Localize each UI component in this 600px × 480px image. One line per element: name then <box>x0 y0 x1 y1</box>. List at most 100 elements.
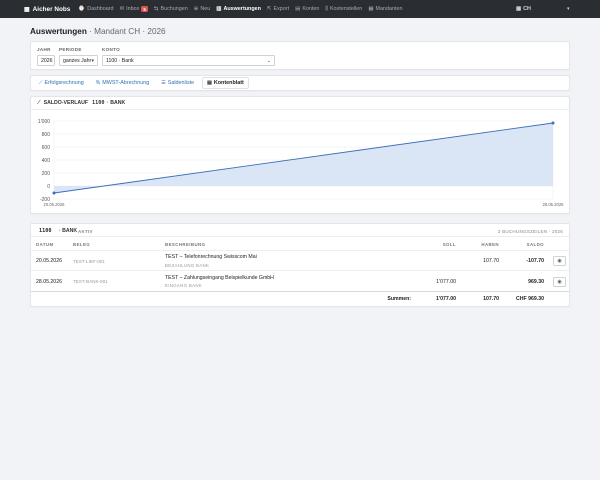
col-header-date[interactable]: DATUM <box>36 242 54 247</box>
y-tick-label: 1'000 <box>38 119 50 125</box>
balance-chart-card: ⟋ SALDO-VERLAUF 1100 · BANK 1'000 800 600 4… <box>30 96 570 214</box>
line-chart-icon: ⟋ <box>39 80 43 86</box>
chevron-down-icon: ▾ <box>91 57 94 64</box>
eye-icon: ◉ <box>557 258 562 264</box>
nav-item-kostenstellen[interactable]: ⫼ Kostenstellen <box>325 6 362 13</box>
clients-icon: ▦ <box>368 6 374 12</box>
totals-debit: 1'077.00 <box>436 296 456 302</box>
bookings-icon: ⇆ <box>153 6 159 12</box>
period-value: ganzes Jahr <box>63 57 92 64</box>
tab-mwst-abrechnung[interactable]: % MWST-Abrechnung <box>92 77 154 89</box>
x-tick-label: 28.05.2026 <box>543 202 565 207</box>
nav-item-export[interactable]: ⇱ Export <box>267 6 289 12</box>
percent-icon: % <box>95 80 101 86</box>
tab-label: MWST-Abrechnung <box>102 80 150 86</box>
nav-item-mandanten[interactable]: ▦ Mandanten <box>368 6 402 12</box>
period-label: PERIODE <box>59 47 82 52</box>
view-entry-button[interactable]: ◉ <box>553 256 566 266</box>
tab-saldenliste[interactable]: ☰ Saldenliste <box>157 77 198 89</box>
nav-item-auswertungen[interactable]: ▥ Auswertungen <box>216 6 261 12</box>
ledger-icon: ▤ <box>207 80 212 86</box>
year-label: JAHR <box>37 47 51 52</box>
chart-header: ⟋ SALDO-VERLAUF 1100 · BANK <box>31 97 569 110</box>
totals-credit: 107.70 <box>483 296 499 302</box>
dashboard-icon: ⌚ <box>78 6 86 12</box>
nav-item-label: Export <box>273 6 290 12</box>
ledger-row-count: 2 BUCHUNGSZEILEN · 2026 <box>497 228 563 234</box>
chart-account-name: BANK <box>110 100 126 106</box>
client-switcher[interactable]: ▦ CH <box>516 0 531 18</box>
client-switcher-label: CH <box>523 6 531 12</box>
data-point <box>551 121 555 125</box>
tab-label: Kontenblatt <box>213 80 244 86</box>
tab-label: Saldenliste <box>167 80 195 86</box>
data-point <box>52 191 56 195</box>
ledger-card: 1100 · BANK AKTIV 2 BUCHUNGSZEILEN · 202… <box>30 223 570 307</box>
row-description: TEST – Telefonrechnung Swisscom Mai <box>165 254 257 260</box>
col-header-debit[interactable]: SOLL <box>443 242 456 247</box>
ledger-account-no: 1100 <box>39 228 52 234</box>
brand-name: Aicher Nobs <box>32 5 71 13</box>
nav-item-neu[interactable]: ⊕ Neu <box>194 6 211 12</box>
status-badge: AKTIV <box>78 228 93 234</box>
tab-erfolgsrechnung[interactable]: ⟋ Erfolgsrechnung <box>35 77 88 89</box>
x-tick-label: 20.05.2026 <box>44 202 66 207</box>
row-description: TEST – Zahlungseingang Beispielkunde Gmb… <box>165 274 274 281</box>
chevron-down-icon[interactable]: ▾ <box>567 0 570 18</box>
tab-kontenblatt[interactable]: ▤ Kontenblatt <box>202 77 249 89</box>
top-navbar: ▦ Aicher Nobs ⌚ Dashboard ✉ Inbox 5 ⇆ Buchunge… <box>0 0 600 18</box>
nav-item-konten[interactable]: ▤ Konten <box>295 6 319 12</box>
account-label: KONTO <box>102 47 121 52</box>
account-select[interactable]: 1100 · Bank ⌄ <box>102 55 275 66</box>
cost-center-icon: ⫼ <box>325 5 328 12</box>
y-tick-label: 800 <box>42 132 51 138</box>
nav-item-buchungen[interactable]: ⇆ Buchungen <box>154 6 188 12</box>
list-icon: ☰ <box>161 80 166 86</box>
filter-card: JAHR 2026 PERIODE ganzes Jahr ▾ KONTO 11… <box>30 41 570 70</box>
y-tick-label: 0 <box>47 184 50 190</box>
nav-item-label: Mandanten <box>375 6 403 12</box>
brand-link[interactable]: ▦ Aicher Nobs <box>24 6 70 13</box>
period-select[interactable]: ganzes Jahr ▾ <box>59 55 98 66</box>
page-title: Auswertungen · Mandant CH · 2026 <box>30 27 166 36</box>
y-tick-label: 200 <box>42 171 51 177</box>
row-credit: 107.70 <box>483 258 499 264</box>
inbox-icon: ✉ <box>119 6 125 12</box>
totals-label: Summen: <box>387 296 411 302</box>
row-voucher[interactable]: TEST-BANK-001 <box>73 279 108 284</box>
row-date: 28.05.2026 <box>36 278 62 285</box>
y-tick-label: 600 <box>42 145 51 151</box>
y-tick-label: 400 <box>42 158 51 164</box>
line-chart-icon: ⟋ <box>37 99 41 106</box>
page-title-main: Auswertungen <box>30 27 87 36</box>
col-header-credit[interactable]: HABEN <box>481 242 499 247</box>
col-header-description[interactable]: BESCHREIBUNG <box>165 242 205 247</box>
nav-item-inbox[interactable]: ✉ Inbox 5 <box>120 6 148 12</box>
report-tabs: ⟋ Erfolgsrechnung% MWST-Abrechnung ☰ Saldenl… <box>30 75 570 91</box>
col-header-balance[interactable]: SALDO <box>527 242 544 247</box>
row-balance: 969.30 <box>528 278 544 285</box>
col-header-voucher[interactable]: BELEG <box>73 242 90 247</box>
inbox-count-badge: 5 <box>141 6 148 12</box>
ledger-header: 1100 · BANK AKTIV 2 BUCHUNGSZEILEN · 202… <box>31 224 569 237</box>
export-icon: ⇱ <box>266 6 272 12</box>
ledger-account-name: · BANK <box>59 228 78 234</box>
nav-item-label: Buchungen <box>160 6 188 12</box>
view-entry-button[interactable]: ◉ <box>553 276 566 287</box>
nav-item-dashboard[interactable]: ⌚ Dashboard <box>78 6 113 12</box>
accounts-icon: ▤ <box>295 6 301 12</box>
chart-account-no: 1100 <box>92 100 105 106</box>
year-select[interactable]: 2026 <box>37 55 55 66</box>
row-date: 20.05.2026 <box>36 258 62 264</box>
row-voucher[interactable]: TEST-LIEF-001 <box>73 259 105 264</box>
chart-icon: ▥ <box>216 6 222 12</box>
row-debit: 1'077.00 <box>436 278 456 285</box>
eye-icon: ◉ <box>557 278 562 285</box>
chart-heading: SALDO-VERLAUF <box>43 100 89 106</box>
chevron-down-icon: ⌄ <box>266 57 271 64</box>
totals-balance: CHF 969.30 <box>516 296 544 302</box>
divider <box>31 250 569 251</box>
row-subtext: EINGANG BANK <box>165 283 203 288</box>
nav-item-label: Inbox <box>126 6 140 12</box>
nav-item-label: Neu <box>200 6 211 12</box>
